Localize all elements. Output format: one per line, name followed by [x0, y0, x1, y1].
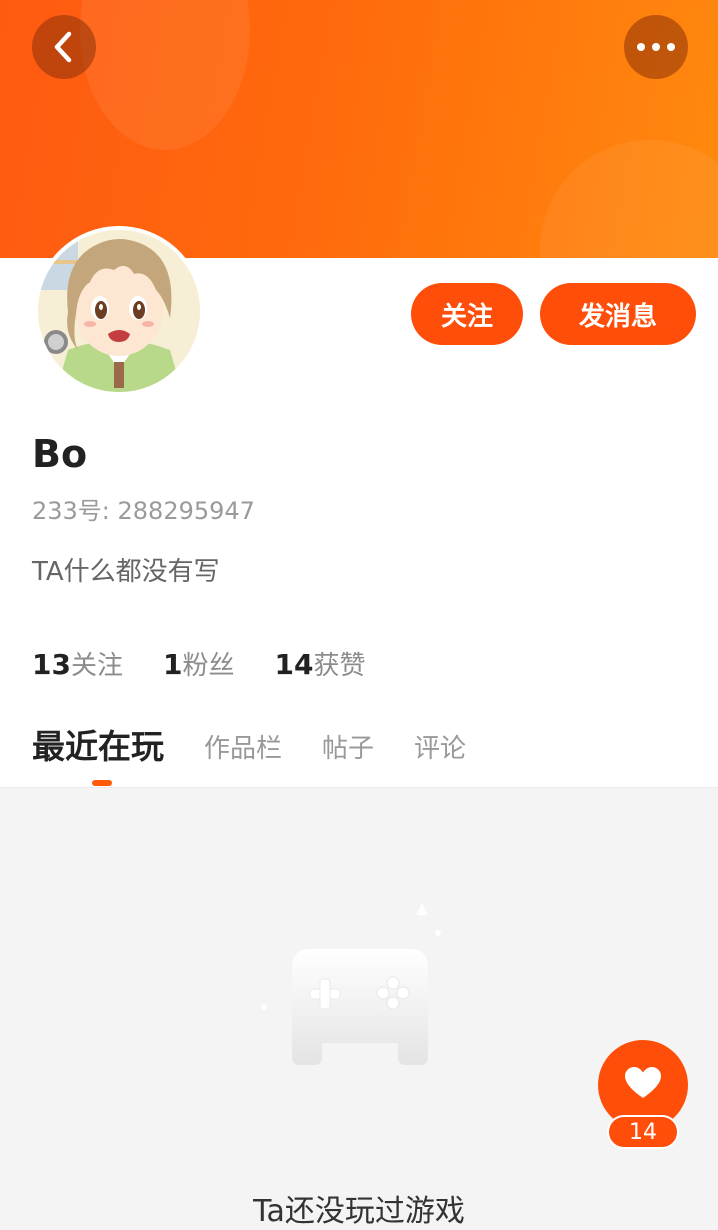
back-button[interactable] — [32, 15, 96, 79]
stat-number: 1 — [162, 648, 183, 681]
profile-tabs: 最近在玩 作品栏 帖子 评论 — [32, 720, 506, 786]
active-tab-indicator — [92, 780, 112, 786]
banner-decoration — [80, 0, 250, 150]
heart-icon — [625, 1067, 661, 1098]
avatar[interactable] — [34, 226, 204, 396]
stat-number: 14 — [274, 648, 314, 681]
user-bio: TA什么都没有写 — [32, 557, 220, 587]
stat-label: 获赞 — [313, 651, 366, 681]
empty-state-message: Ta还没玩过游戏 — [253, 1194, 465, 1229]
more-horizontal-icon — [637, 43, 675, 51]
banner-decoration — [540, 140, 718, 258]
header-banner — [0, 0, 718, 258]
stat-followers[interactable]: 1粉丝 — [163, 645, 235, 682]
gamepad-icon — [261, 903, 441, 1065]
user-id: 233号: 288295947 — [32, 497, 255, 525]
avatar-image — [38, 230, 200, 392]
stat-label: 粉丝 — [182, 651, 235, 681]
tab-comments[interactable]: 评论 — [414, 720, 466, 765]
stat-number: 13 — [32, 648, 71, 681]
more-options-button[interactable] — [624, 15, 688, 79]
send-message-button[interactable]: 发消息 — [540, 283, 696, 345]
tab-posts[interactable]: 帖子 — [322, 720, 374, 765]
like-count-badge: 14 — [607, 1115, 679, 1149]
tab-works[interactable]: 作品栏 — [204, 720, 282, 765]
chevron-left-icon — [54, 31, 72, 63]
stats-row: 13关注 1粉丝 14获赞 — [32, 645, 365, 682]
tab-recently-played[interactable]: 最近在玩 — [32, 720, 164, 768]
stat-label: 关注 — [70, 651, 123, 681]
stat-likes[interactable]: 14获赞 — [274, 645, 365, 682]
username: Bo — [32, 432, 88, 476]
stat-following[interactable]: 13关注 — [32, 645, 123, 682]
follow-button[interactable]: 关注 — [411, 283, 523, 345]
